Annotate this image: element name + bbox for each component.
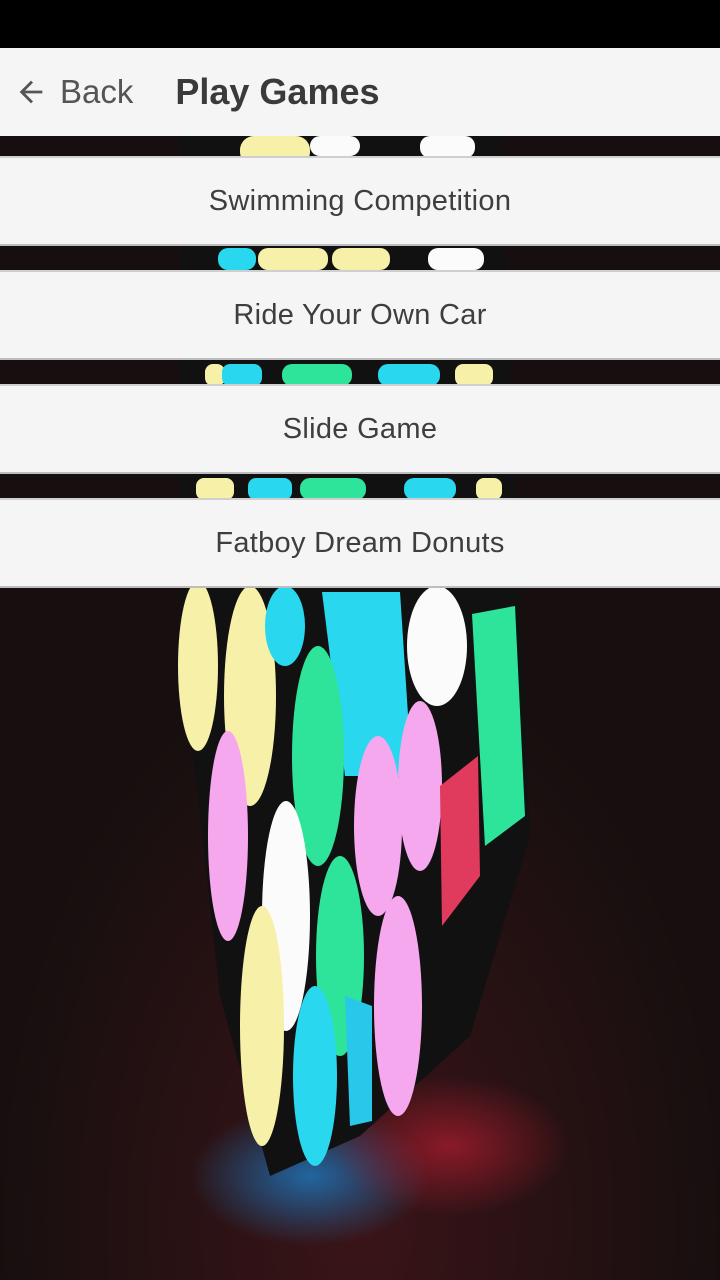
game-button-fatboy-dream-donuts[interactable]: Fatboy Dream Donuts: [0, 498, 720, 588]
back-label: Back: [60, 73, 134, 110]
game-button-slide-game[interactable]: Slide Game: [0, 384, 720, 474]
game-button-swimming-competition[interactable]: Swimming Competition: [0, 156, 720, 246]
back-button[interactable]: Back: [0, 48, 155, 136]
arrow-left-icon: [14, 75, 48, 109]
status-bar: [0, 0, 720, 48]
app-bar: Back Play Games: [0, 48, 720, 136]
game-button-ride-your-own-car[interactable]: Ride Your Own Car: [0, 270, 720, 360]
page-title: Play Games: [175, 71, 380, 112]
